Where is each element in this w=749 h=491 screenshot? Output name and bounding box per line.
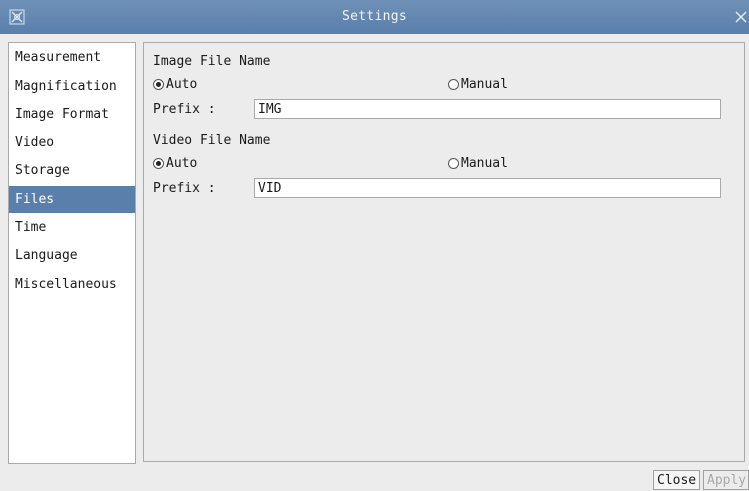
video-manual-label: Manual (461, 156, 508, 171)
title-bar[interactable]: Settings (0, 0, 749, 34)
apply-button[interactable]: Apply (703, 470, 749, 490)
close-button[interactable]: Close (653, 470, 701, 490)
image-auto-label: Auto (166, 77, 198, 92)
video-auto-radio[interactable]: Auto (153, 156, 197, 171)
video-manual-radio[interactable]: Manual (448, 156, 508, 171)
sidebar-item-files[interactable]: Files (9, 186, 135, 213)
radio-unchecked-icon (448, 79, 459, 90)
sidebar-item-image-format[interactable]: Image Format (9, 101, 135, 128)
video-prefix-label: Prefix : (153, 181, 216, 196)
sidebar-item-magnification[interactable]: Magnification (9, 73, 135, 100)
sidebar-item-measurement[interactable]: Measurement (9, 44, 135, 71)
settings-sidebar: Measurement Magnification Image Format V… (8, 42, 136, 464)
radio-checked-icon (153, 79, 164, 90)
sidebar-item-miscellaneous[interactable]: Miscellaneous (9, 271, 135, 298)
video-file-name-title: Video File Name (153, 133, 271, 148)
image-manual-radio[interactable]: Manual (448, 77, 508, 92)
video-prefix-input[interactable] (254, 178, 721, 198)
sidebar-item-video[interactable]: Video (9, 129, 135, 156)
sidebar-item-language[interactable]: Language (9, 242, 135, 269)
files-settings-panel: Image File Name Auto Manual Prefix : Vid… (143, 42, 745, 462)
image-manual-label: Manual (461, 77, 508, 92)
radio-unchecked-icon (448, 158, 459, 169)
sidebar-item-storage[interactable]: Storage (9, 157, 135, 184)
image-file-name-title: Image File Name (153, 54, 271, 69)
close-icon[interactable] (733, 9, 749, 25)
settings-window: Settings Measurement Magnification Image… (0, 0, 749, 490)
video-auto-label: Auto (166, 156, 198, 171)
radio-checked-icon (153, 158, 164, 169)
image-prefix-label: Prefix : (153, 102, 216, 117)
image-prefix-input[interactable] (254, 99, 721, 119)
window-title: Settings (341, 9, 407, 24)
sidebar-item-time[interactable]: Time (9, 214, 135, 241)
image-auto-radio[interactable]: Auto (153, 77, 197, 92)
